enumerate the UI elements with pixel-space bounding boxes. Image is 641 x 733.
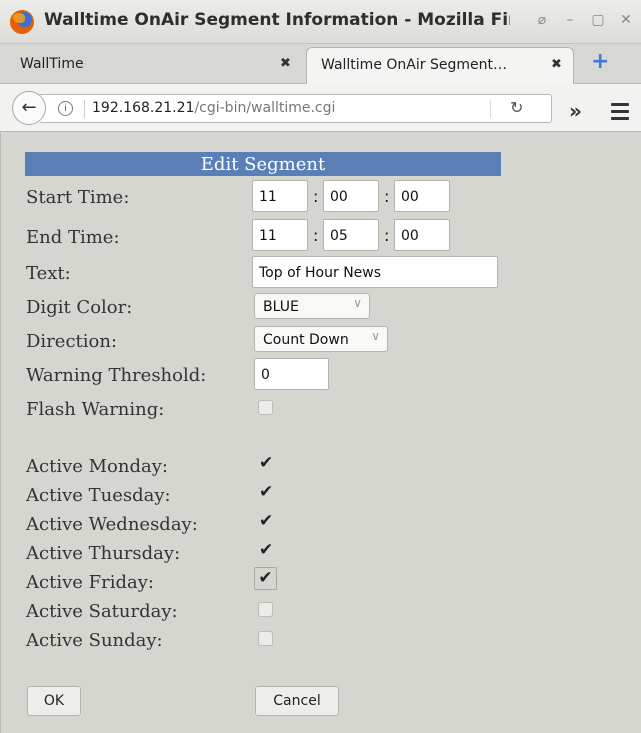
url-bar[interactable]: i 192.168.21.21/cgi-bin/walltime.cgi ↻ — [40, 94, 552, 123]
active-saturday-checkbox[interactable] — [258, 602, 273, 617]
active-thursday-label: Active Thursday: — [26, 543, 181, 564]
text-label: Text: — [26, 263, 71, 284]
active-monday-checkbox[interactable]: ✔ — [259, 453, 273, 473]
chevron-down-icon: ∨ — [371, 329, 380, 343]
flash-warning-label: Flash Warning: — [26, 399, 165, 420]
maximize-icon[interactable]: ▢ — [591, 12, 605, 28]
digit-color-value: BLUE — [263, 299, 299, 315]
restore-icon[interactable]: ⌀ — [535, 12, 549, 28]
tab-label: WallTime — [20, 56, 84, 72]
firefox-logo-icon — [10, 10, 34, 34]
end-hour-input[interactable]: 11 — [252, 219, 308, 251]
window-controls: ⌀ – ▢ ✕ — [535, 12, 633, 28]
title-bar: Walltime OnAir Segment Information - Moz… — [0, 0, 641, 44]
window-title: Walltime OnAir Segment Information - Moz… — [44, 10, 510, 30]
active-tuesday-checkbox[interactable]: ✔ — [259, 482, 273, 502]
active-saturday-label: Active Saturday: — [26, 601, 178, 622]
flash-warning-checkbox[interactable] — [258, 400, 273, 415]
end-time-label: End Time: — [26, 227, 120, 248]
warning-threshold-label: Warning Threshold: — [26, 365, 207, 386]
url-host: 192.168.21.21 — [92, 100, 195, 116]
text-input[interactable]: Top of Hour News — [252, 256, 498, 288]
active-tuesday-label: Active Tuesday: — [26, 485, 171, 506]
tab-walltime[interactable]: WallTime ✖ — [0, 47, 300, 84]
page-content: Edit Segment Start Time: 11 : 00 : 00 En… — [0, 133, 641, 733]
active-sunday-checkbox[interactable] — [258, 631, 273, 646]
digit-color-label: Digit Color: — [26, 297, 133, 318]
back-button[interactable]: ← — [12, 91, 46, 125]
active-friday-checkbox[interactable]: ✔ — [254, 567, 277, 590]
new-tab-icon[interactable]: + — [591, 49, 609, 74]
end-second-input[interactable]: 00 — [394, 219, 450, 251]
divider — [490, 100, 491, 118]
start-second-input[interactable]: 00 — [394, 180, 450, 212]
close-tab-icon[interactable]: ✖ — [551, 57, 562, 72]
end-minute-input[interactable]: 05 — [323, 219, 379, 251]
cancel-button[interactable]: Cancel — [255, 686, 339, 716]
active-sunday-label: Active Sunday: — [26, 630, 163, 651]
warning-threshold-input[interactable]: 0 — [254, 358, 329, 390]
start-minute-input[interactable]: 00 — [323, 180, 379, 212]
start-time-label: Start Time: — [26, 187, 130, 208]
active-wednesday-label: Active Wednesday: — [26, 514, 198, 535]
time-separator: : — [313, 226, 319, 245]
time-separator: : — [384, 226, 390, 245]
info-icon[interactable]: i — [58, 101, 73, 116]
active-friday-label: Active Friday: — [26, 572, 154, 593]
active-wednesday-checkbox[interactable]: ✔ — [259, 511, 273, 531]
tab-bar: WallTime ✖ Walltime OnAir Segment… ✖ — [0, 44, 641, 84]
divider — [84, 100, 85, 118]
hamburger-menu-icon[interactable] — [611, 103, 629, 124]
time-separator: : — [384, 187, 390, 206]
close-window-icon[interactable]: ✕ — [619, 12, 633, 28]
active-monday-label: Active Monday: — [26, 456, 168, 477]
direction-label: Direction: — [26, 331, 118, 352]
direction-value: Count Down — [263, 332, 349, 348]
time-separator: : — [313, 187, 319, 206]
url-text[interactable]: 192.168.21.21/cgi-bin/walltime.cgi — [92, 100, 335, 116]
direction-select[interactable]: Count Down ∨ — [254, 326, 388, 352]
navigation-bar: i 192.168.21.21/cgi-bin/walltime.cgi ↻ ← — [0, 84, 641, 132]
chevron-down-icon: ∨ — [353, 296, 362, 310]
ok-button[interactable]: OK — [27, 686, 81, 716]
tab-segment-info[interactable]: Walltime OnAir Segment… ✖ — [306, 47, 574, 84]
minimize-icon[interactable]: – — [563, 12, 577, 28]
active-thursday-checkbox[interactable]: ✔ — [259, 540, 273, 560]
url-path: /cgi-bin/walltime.cgi — [194, 100, 336, 116]
form-header: Edit Segment — [25, 152, 501, 176]
overflow-icon[interactable]: » — [569, 99, 582, 123]
digit-color-select[interactable]: BLUE ∨ — [254, 293, 370, 319]
start-hour-input[interactable]: 11 — [252, 180, 308, 212]
close-tab-icon[interactable]: ✖ — [280, 56, 291, 71]
tab-label: Walltime OnAir Segment… — [321, 57, 507, 73]
reload-icon[interactable]: ↻ — [510, 98, 523, 117]
